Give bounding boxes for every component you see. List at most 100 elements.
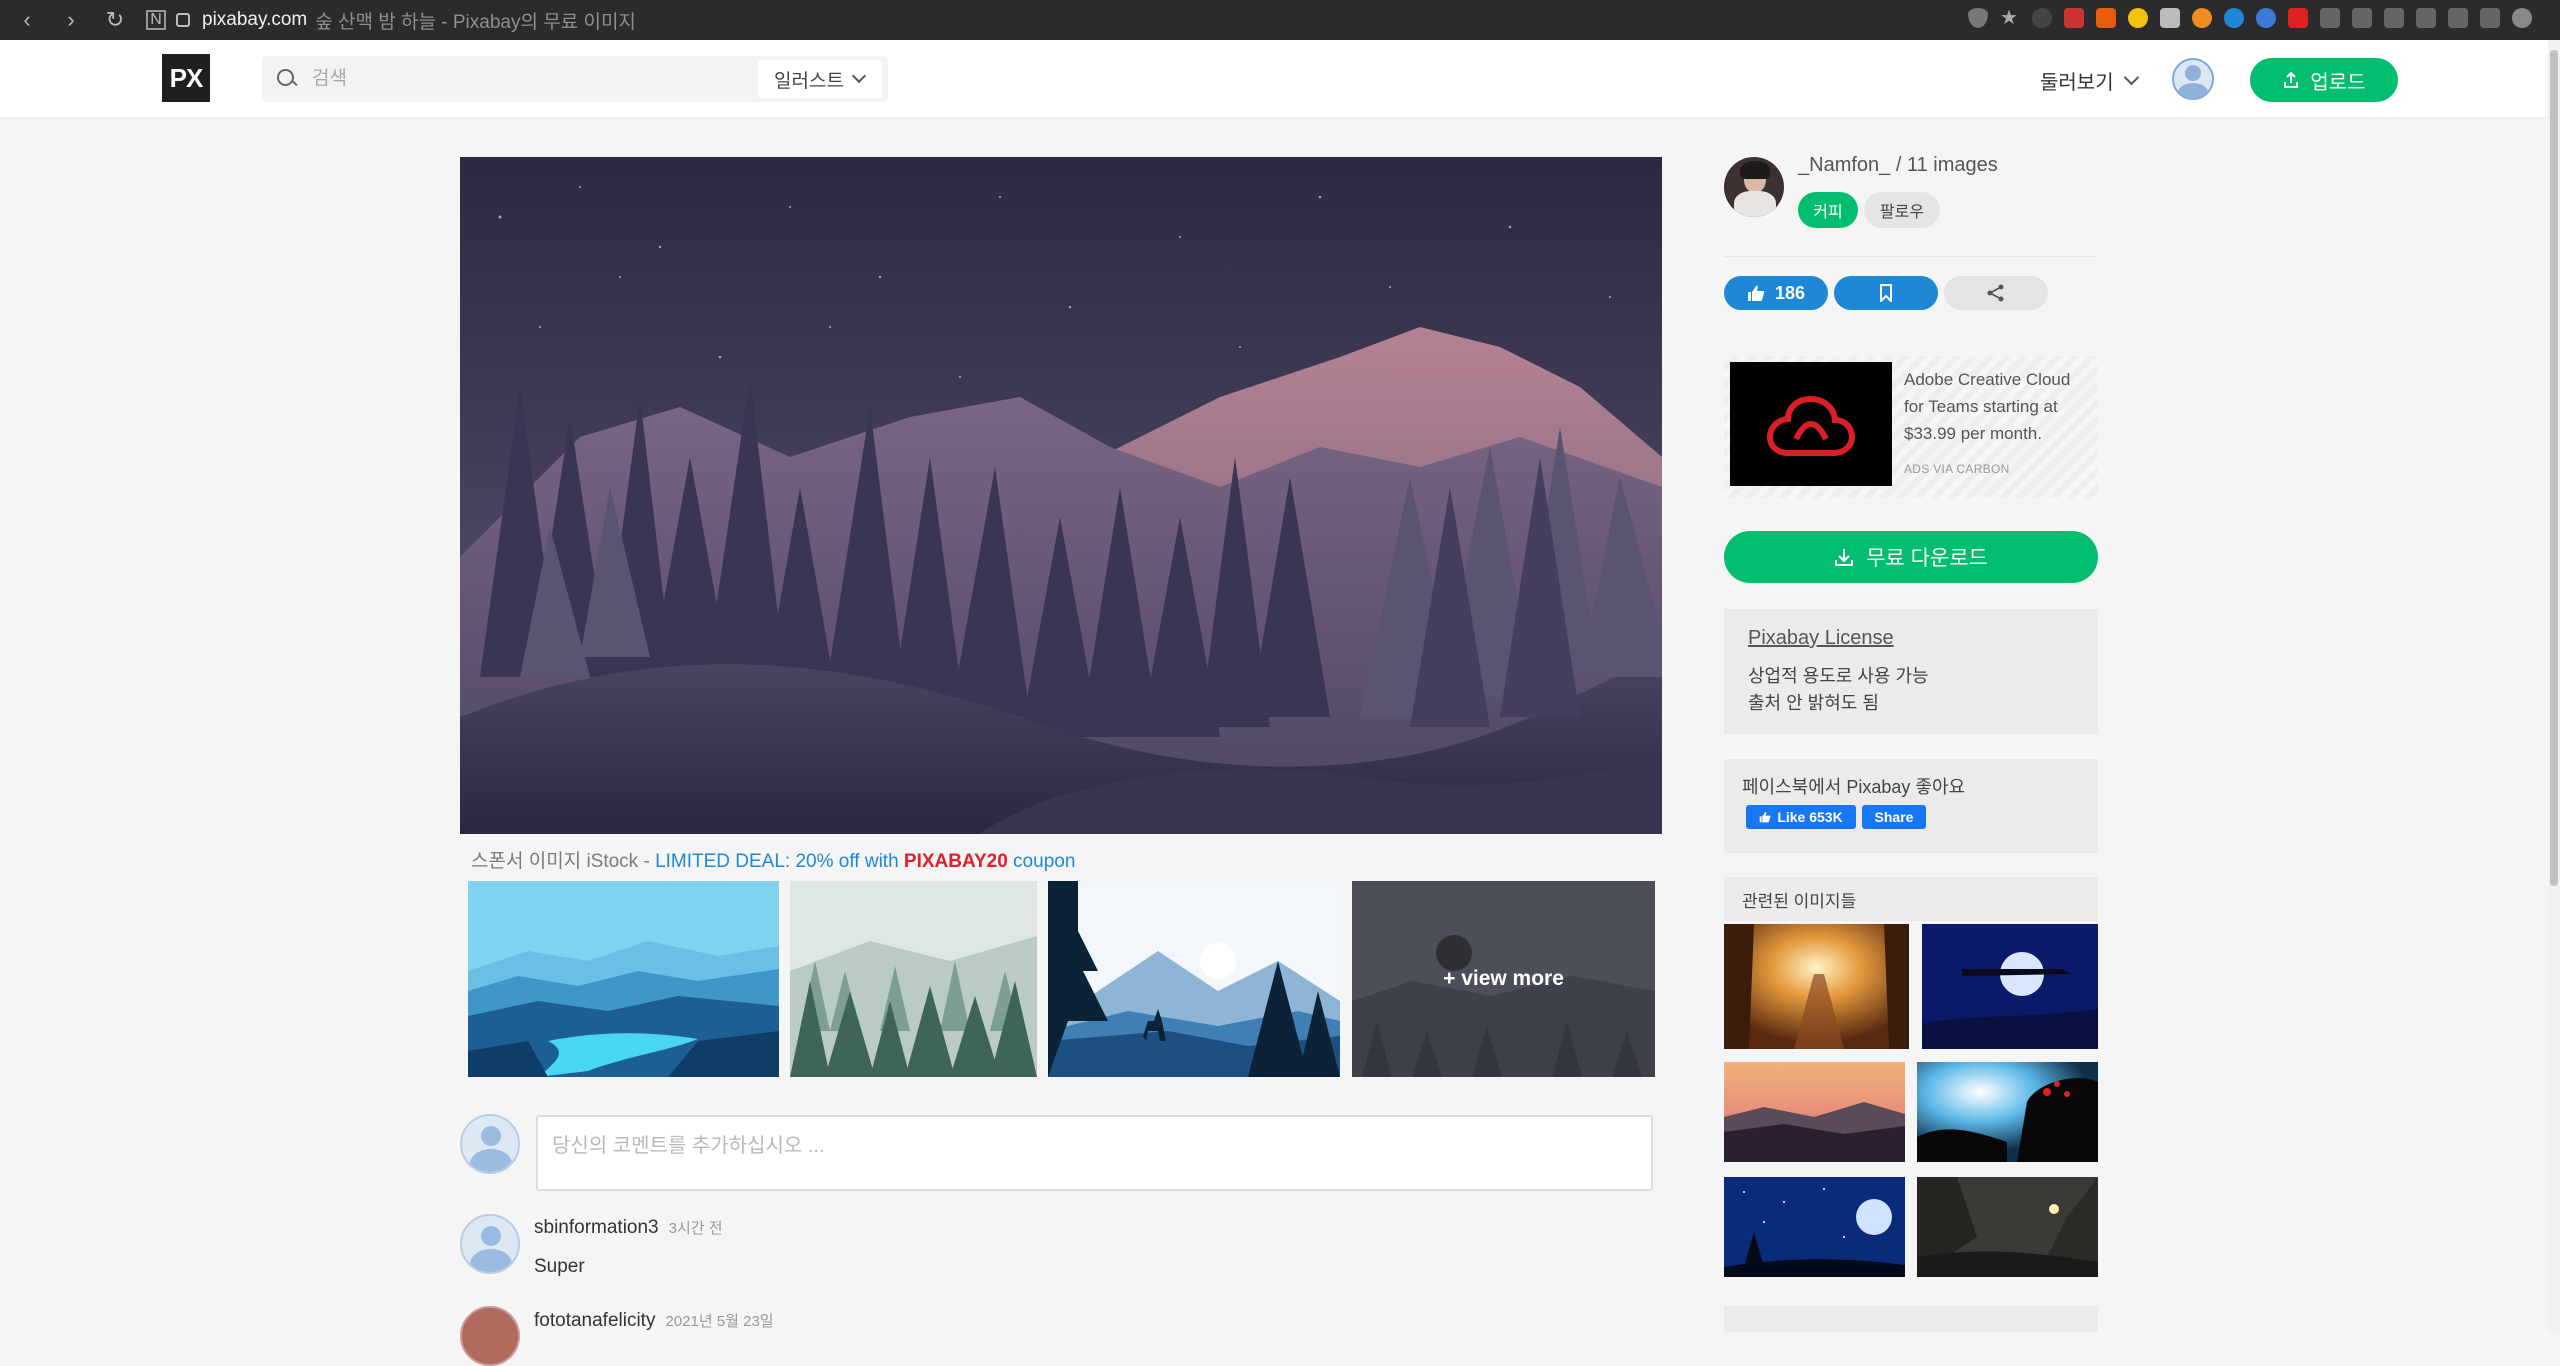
sponsor-suffix[interactable]: coupon [1008, 851, 1075, 872]
related-image-1[interactable] [1724, 924, 1909, 1049]
deer-mountain-landscape [1048, 881, 1340, 1077]
main-image[interactable] [460, 157, 1662, 834]
extension-icon[interactable] [2160, 8, 2180, 28]
address-bar[interactable]: pixabay.com 숲 산맥 밤 하늘 - Pixabay의 무료 이미지 [176, 4, 636, 36]
browser-extensions: ★ [1968, 8, 2532, 28]
comment-avatar [460, 1114, 520, 1174]
thumbs-up-icon [1747, 285, 1765, 301]
carbon-ad[interactable]: Adobe Creative Cloud for Teams starting … [1724, 356, 2098, 498]
facebook-like-label: Like 653K [1777, 809, 1843, 825]
share-button[interactable] [1944, 276, 2048, 310]
license-line-2: 출처 안 밝혀도 됨 [1748, 693, 1879, 713]
comment-author[interactable]: fototanafelicity 2021년 5월 23일 [534, 1310, 774, 1332]
browser-toolbar: ‹ › ↻ N pixabay.com 숲 산맥 밤 하늘 - Pixabay의… [0, 0, 2560, 40]
sidebar-icon[interactable] [2480, 8, 2500, 28]
facebook-like-button[interactable]: Like 653K [1746, 805, 1856, 829]
upload-button[interactable]: 업로드 [2250, 58, 2398, 102]
screenshot-icon[interactable] [2416, 8, 2436, 28]
camera-icon[interactable] [2384, 8, 2404, 28]
follow-button[interactable]: 팔로우 [1864, 192, 1940, 228]
explore-menu[interactable]: 둘러보기 [2040, 66, 2139, 95]
extension-icon[interactable] [2096, 8, 2116, 28]
comment-author[interactable]: sbinformation3 3시간 전 [534, 1217, 723, 1239]
facebook-panel: 페이스북에서 Pixabay 좋아요 Like 653K Share [1724, 759, 2098, 853]
related-image-5[interactable] [1724, 1177, 1905, 1277]
like-button[interactable]: 186 [1724, 276, 1828, 310]
upload-label: 업로드 [2310, 71, 2366, 94]
blue-river-landscape [468, 881, 779, 1077]
shield-icon[interactable] [1968, 8, 1988, 28]
url-host: pixabay.com [202, 9, 308, 30]
search-type-dropdown[interactable]: 일러스트 [758, 60, 882, 98]
comment-username[interactable]: fototanafelicity [534, 1310, 655, 1331]
license-line-1: 상업적 용도로 사용 가능 [1748, 666, 1929, 686]
comment-time: 2021년 5월 23일 [665, 1313, 774, 1330]
comment-username[interactable]: sbinformation3 [534, 1217, 659, 1238]
chevron-down-icon [851, 68, 866, 84]
view-more-tile[interactable]: + view more [1352, 881, 1655, 1077]
search-input[interactable] [312, 59, 752, 99]
star-icon[interactable]: ★ [2000, 8, 2020, 28]
extension-icon[interactable] [2032, 8, 2052, 28]
mountain-night-illustration [460, 157, 1662, 834]
scrollbar-thumb[interactable] [2550, 50, 2558, 886]
free-download-button[interactable]: 무료 다운로드 [1724, 531, 2098, 583]
upload-icon [2284, 71, 2299, 88]
extension-icon[interactable] [2064, 8, 2084, 28]
sponsor-thumb-3[interactable] [1048, 881, 1340, 1077]
extension-icon[interactable] [2192, 8, 2212, 28]
playlist-icon[interactable] [2320, 8, 2340, 28]
license-link[interactable]: Pixabay License [1748, 627, 1894, 650]
reader-icon[interactable]: N [146, 10, 166, 30]
related-title: 관련된 이미지들 [1742, 892, 1857, 911]
sponsor-deal[interactable]: LIMITED DEAL: 20% off with [655, 851, 904, 872]
extension-icon[interactable] [2288, 8, 2308, 28]
download-label: 무료 다운로드 [1866, 547, 1988, 570]
share-icon [1987, 284, 2004, 302]
site-header: PX 일러스트 둘러보기 업로드 [0, 40, 2560, 118]
sponsor-thumb-1[interactable] [468, 881, 779, 1077]
related-image-4[interactable] [1917, 1062, 2098, 1162]
search-icon [276, 68, 298, 90]
extension-icon[interactable] [2224, 8, 2244, 28]
explore-label: 둘러보기 [2040, 72, 2114, 94]
back-icon[interactable]: ‹ [14, 6, 40, 34]
sponsor-line[interactable]: 스폰서 이미지 iStock - LIMITED DEAL: 20% off w… [471, 846, 1075, 873]
pixabay-logo[interactable]: PX [162, 54, 210, 102]
browser-nav: ‹ › ↻ N [14, 6, 166, 34]
reload-icon[interactable]: ↻ [102, 6, 128, 34]
coupon-code[interactable]: PIXABAY20 [904, 851, 1008, 872]
view-more-label: + view more [1443, 967, 1564, 990]
thumbs-up-icon [1759, 812, 1771, 823]
author-name[interactable]: _Namfon_ / 11 images [1798, 154, 1998, 177]
extension-icon[interactable] [2256, 8, 2276, 28]
search-bar: 일러스트 [262, 56, 888, 102]
related-header: 관련된 이미지들 [1724, 877, 2098, 921]
download-icon[interactable] [2352, 8, 2372, 28]
profile-icon[interactable] [2512, 8, 2532, 28]
reader-mode-icon[interactable] [2448, 8, 2468, 28]
chevron-down-icon [2123, 69, 2139, 86]
facebook-share-button[interactable]: Share [1862, 805, 1926, 829]
author-avatar[interactable] [1724, 157, 1784, 217]
save-button[interactable] [1834, 276, 1938, 310]
comment-time: 3시간 전 [668, 1220, 723, 1237]
page-scrollbar[interactable] [2548, 40, 2560, 1332]
comment-input[interactable]: 당신의 코멘트를 추가하십시오 ... [536, 1115, 1653, 1191]
extension-icon[interactable] [2128, 8, 2148, 28]
next-panel [1724, 1306, 2098, 1332]
related-image-2[interactable] [1922, 924, 2098, 1049]
forward-icon[interactable]: › [58, 6, 84, 34]
license-panel: Pixabay License 상업적 용도로 사용 가능 출처 안 밝혀도 됨 [1724, 609, 2098, 734]
coffee-button[interactable]: 커피 [1798, 192, 1858, 228]
ad-via[interactable]: ADS VIA CARBON [1904, 462, 2010, 476]
lock-icon [176, 13, 190, 27]
user-avatar[interactable] [2172, 58, 2214, 100]
bookmark-icon [1880, 284, 1892, 302]
related-image-6[interactable] [1917, 1177, 2098, 1277]
sponsor-thumb-2[interactable] [790, 881, 1037, 1077]
related-image-3[interactable] [1724, 1062, 1905, 1162]
adobe-cc-logo [1730, 362, 1892, 486]
commenter-avatar [460, 1214, 520, 1274]
ad-text[interactable]: Adobe Creative Cloud for Teams starting … [1904, 366, 2084, 447]
